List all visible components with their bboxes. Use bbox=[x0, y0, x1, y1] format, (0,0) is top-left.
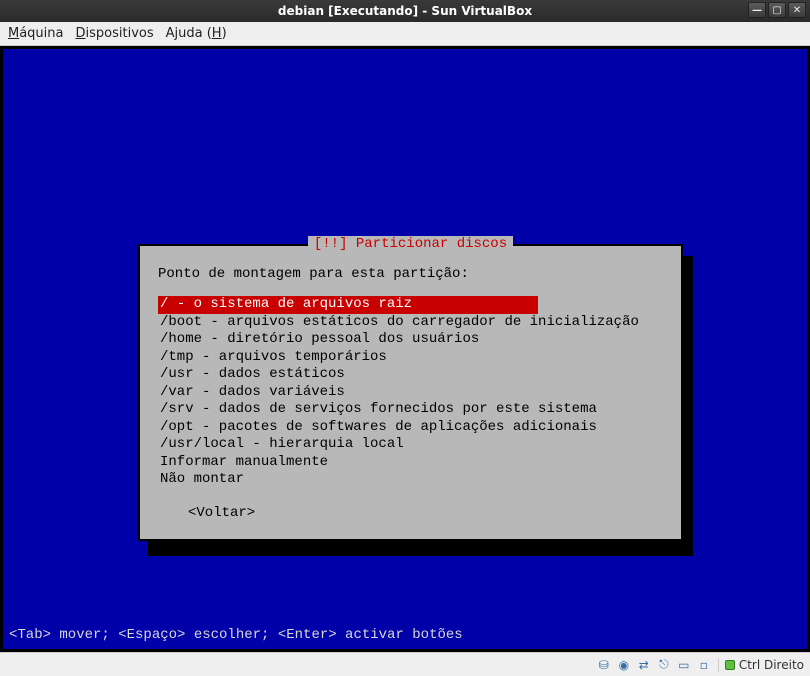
dialog-title-row: [!!] Particionar discos bbox=[140, 236, 681, 252]
mouse-integration-icon[interactable]: ▫ bbox=[696, 657, 712, 673]
option-manual[interactable]: Informar manualmente bbox=[158, 454, 663, 472]
usb-icon[interactable]: ⎋ bbox=[656, 657, 672, 673]
window-controls: — ▢ ✕ bbox=[748, 2, 806, 18]
keyboard-hint: <Tab> mover; <Espaço> escolher; <Enter> … bbox=[9, 627, 463, 643]
dialog-prompt: Ponto de montagem para esta partição: bbox=[158, 266, 663, 282]
maximize-button[interactable]: ▢ bbox=[768, 2, 786, 18]
statusbar: ⛁ ◉ ⇄ ⎋ ▭ ▫ Ctrl Direito bbox=[0, 652, 810, 676]
option-nomount[interactable]: Não montar bbox=[158, 471, 663, 489]
network-icon[interactable]: ⇄ bbox=[636, 657, 652, 673]
menu-help[interactable]: Ajuda (H) bbox=[166, 26, 227, 41]
host-key-label: Ctrl Direito bbox=[739, 658, 804, 672]
option-srv[interactable]: /srv - dados de serviços fornecidos por … bbox=[158, 401, 663, 419]
menu-machine[interactable]: Máquina bbox=[8, 26, 64, 41]
option-home[interactable]: /home - diretório pessoal dos usuários bbox=[158, 331, 663, 349]
partition-dialog: [!!] Particionar discos Ponto de montage… bbox=[138, 244, 683, 541]
dialog-title: [!!] Particionar discos bbox=[308, 236, 513, 252]
virtualbox-window: debian [Executando] - Sun VirtualBox — ▢… bbox=[0, 0, 810, 676]
option-var[interactable]: /var - dados variáveis bbox=[158, 384, 663, 402]
host-key-led-icon bbox=[725, 660, 735, 670]
menu-devices[interactable]: Dispositivos bbox=[76, 26, 154, 41]
titlebar: debian [Executando] - Sun VirtualBox — ▢… bbox=[0, 0, 810, 22]
option-root[interactable]: / - o sistema de arquivos raiz bbox=[158, 296, 538, 314]
menubar: Máquina Dispositivos Ajuda (H) bbox=[0, 22, 810, 46]
option-boot[interactable]: /boot - arquivos estáticos do carregador… bbox=[158, 314, 663, 332]
vm-screen[interactable]: [!!] Particionar discos Ponto de montage… bbox=[3, 49, 807, 649]
shared-folder-icon[interactable]: ▭ bbox=[676, 657, 692, 673]
status-icons: ⛁ ◉ ⇄ ⎋ ▭ ▫ bbox=[596, 657, 712, 673]
minimize-button[interactable]: — bbox=[748, 2, 766, 18]
option-usrlocal[interactable]: /usr/local - hierarquia local bbox=[158, 436, 663, 454]
option-usr[interactable]: /usr - dados estáticos bbox=[158, 366, 663, 384]
hard-disk-icon[interactable]: ⛁ bbox=[596, 657, 612, 673]
optical-disk-icon[interactable]: ◉ bbox=[616, 657, 632, 673]
window-title: debian [Executando] - Sun VirtualBox bbox=[278, 4, 532, 18]
option-opt[interactable]: /opt - pacotes de softwares de aplicaçõe… bbox=[158, 419, 663, 437]
back-button[interactable]: <Voltar> bbox=[158, 505, 663, 521]
option-tmp[interactable]: /tmp - arquivos temporários bbox=[158, 349, 663, 367]
close-button[interactable]: ✕ bbox=[788, 2, 806, 18]
mount-point-list: / - o sistema de arquivos raiz /boot - a… bbox=[158, 296, 663, 489]
vm-display: [!!] Particionar discos Ponto de montage… bbox=[0, 46, 810, 652]
host-key-indicator: Ctrl Direito bbox=[718, 658, 804, 672]
